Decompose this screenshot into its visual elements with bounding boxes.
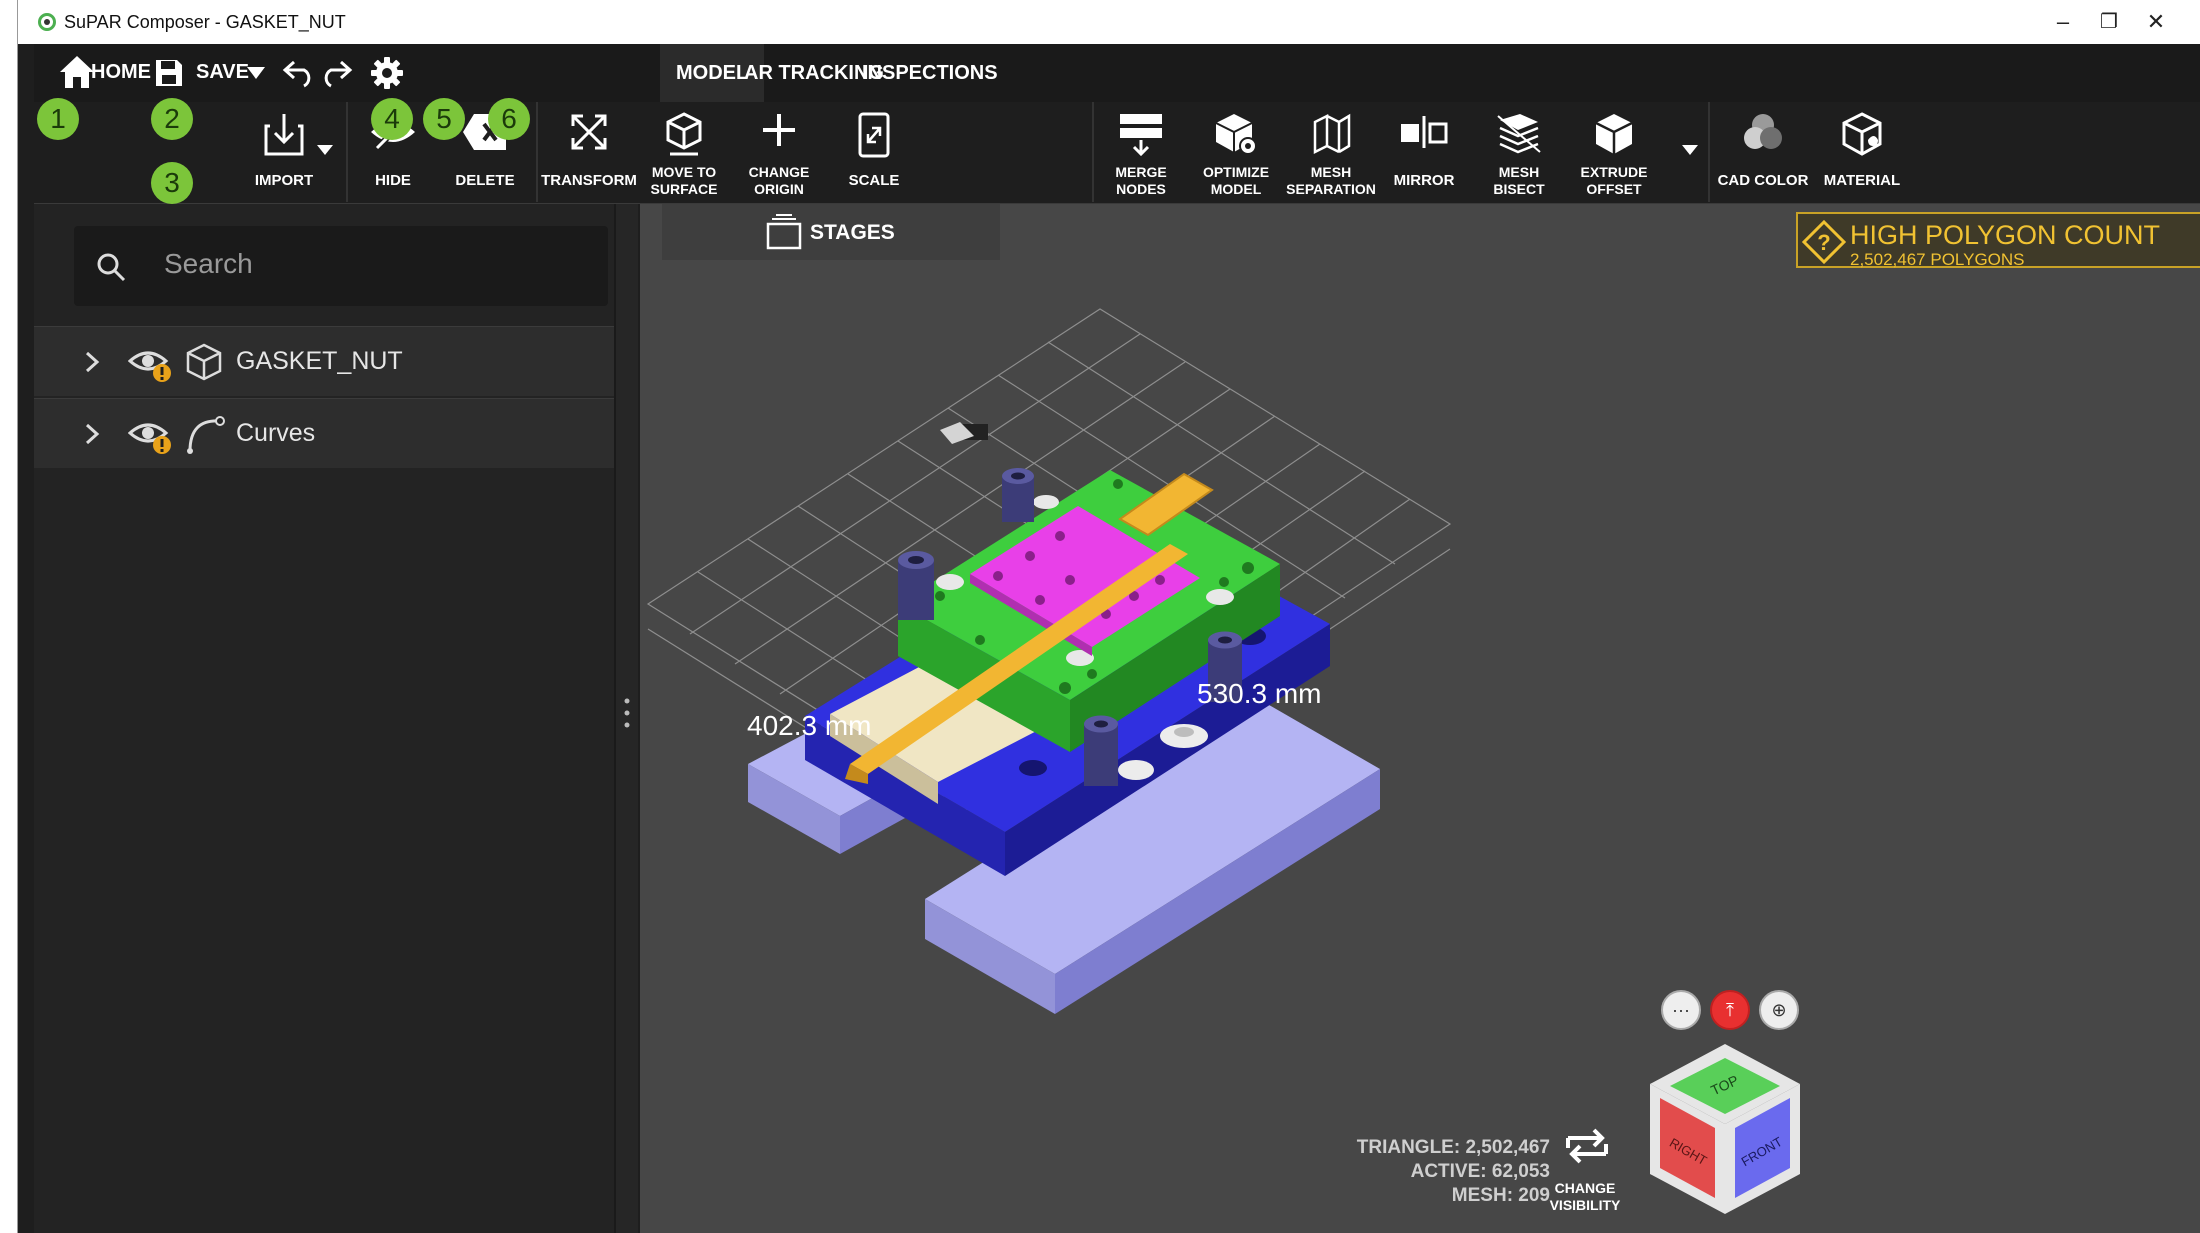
step-badge: 1 <box>37 98 79 140</box>
save-dropdown-icon[interactable] <box>246 66 266 80</box>
app-logo-icon <box>38 13 56 31</box>
change-visibility-label[interactable]: CHANGE VISIBILITY <box>1540 1180 1630 1214</box>
tree-item-label: GASKET_NUT <box>236 347 403 375</box>
top-bar: HOME SAVE MODEL AR TRACKING INSPECTIONS <box>34 44 2200 102</box>
step-badge: 3 <box>151 162 193 204</box>
mirror-button[interactable]: MIRROR <box>1379 102 1469 204</box>
change-origin-icon <box>763 114 795 146</box>
minimize-button[interactable]: – <box>2043 6 2083 38</box>
transform-label: TRANSFORM <box>541 172 637 189</box>
move-to-surface-label: MOVE TO SURFACE <box>650 164 718 197</box>
title-bar: SuPAR Composer - GASKET_NUT – ❐ ✕ <box>18 0 2200 44</box>
transform-icon <box>571 114 607 150</box>
visibility-eye-warning-icon[interactable] <box>128 417 172 455</box>
ribbon-separator <box>536 102 538 202</box>
change-origin-button[interactable]: CHANGE ORIGIN <box>734 102 824 204</box>
import-dropdown-icon[interactable] <box>316 144 334 156</box>
cube-icon <box>186 343 222 381</box>
ribbon-separator <box>346 102 348 202</box>
merge-nodes-icon <box>1120 114 1162 156</box>
optimize-model-label: OPTIMIZE MODEL <box>1202 164 1270 197</box>
close-button[interactable]: ✕ <box>2136 6 2176 38</box>
mesh-separation-icon <box>1313 113 1351 155</box>
cad-color-label: CAD COLOR <box>1717 172 1809 189</box>
reset-view-button[interactable]: ⤒ <box>1710 990 1750 1030</box>
step-badge: 2 <box>151 98 193 140</box>
scale-button[interactable]: SCALE <box>829 102 919 204</box>
extrude-offset-label: EXTRUDE OFFSET <box>1580 164 1648 197</box>
active-count: ACTIVE: 62,053 <box>1410 1161 1550 1182</box>
chevron-right-icon[interactable] <box>84 351 100 373</box>
redo-icon[interactable] <box>319 58 353 88</box>
ribbon-toolbar: IMPORT HIDE DELETE TRANSFORM MOVE TO SUR… <box>34 102 2200 204</box>
import-label: IMPORT <box>254 172 314 189</box>
step-badge: 6 <box>488 98 530 140</box>
mesh-bisect-button[interactable]: MESH BISECT <box>1474 102 1564 204</box>
window-title: SuPAR Composer - GASKET_NUT <box>64 12 346 32</box>
scale-label: SCALE <box>848 172 900 189</box>
home-label[interactable]: HOME <box>91 61 151 84</box>
save-icon[interactable] <box>154 58 184 88</box>
app-window: SuPAR Composer - GASKET_NUT – ❐ ✕ HOME S… <box>17 0 2200 1233</box>
panel-splitter[interactable] <box>614 204 638 1233</box>
more-options-button[interactable]: ··· <box>1661 990 1701 1030</box>
delete-label: DELETE <box>455 172 515 189</box>
tree-item-label: Curves <box>236 419 316 447</box>
3d-viewport[interactable]: STAGES ? HIGH POLYGON COUNT 2,502,467 PO… <box>640 204 2200 1233</box>
tab-inspections[interactable]: INSPECTIONS <box>846 44 1014 102</box>
drag-handle-icon[interactable] <box>624 698 630 728</box>
change-visibility-icon[interactable] <box>1562 1124 1612 1168</box>
mold-model-render[interactable] <box>640 204 2200 1233</box>
save-label[interactable]: SAVE <box>196 61 249 84</box>
step-badge: 5 <box>423 98 465 140</box>
change-origin-label: CHANGE ORIGIN <box>748 164 810 197</box>
tree-item-curves[interactable]: Curves <box>34 398 614 468</box>
step-badge: 4 <box>371 98 413 140</box>
ribbon-separator <box>1708 102 1710 202</box>
mesh-separation-label: MESH SEPARATION <box>1286 164 1376 197</box>
mirror-label: MIRROR <box>1393 172 1455 189</box>
search-input[interactable]: Search <box>164 248 253 280</box>
cad-color-button[interactable]: CAD COLOR <box>1714 102 1812 204</box>
mirror-icon <box>1401 116 1448 148</box>
visibility-eye-warning-icon[interactable] <box>128 345 172 383</box>
restore-button[interactable]: ❐ <box>2089 6 2129 38</box>
fit-view-button[interactable]: ⊕ <box>1759 990 1799 1030</box>
import-icon <box>264 114 304 156</box>
transform-button[interactable]: TRANSFORM <box>539 102 639 204</box>
dimension-x-label: 402.3 mm <box>747 710 872 741</box>
view-cube[interactable]: TOP RIGHT FRONT <box>1640 1034 1810 1224</box>
merge-nodes-button[interactable]: MERGE NODES <box>1096 102 1186 204</box>
optimize-model-icon <box>1215 114 1257 155</box>
hide-label: HIDE <box>375 172 411 189</box>
chevron-right-icon[interactable] <box>84 423 100 445</box>
triangle-count: TRIANGLE: 2,502,467 <box>1356 1137 1550 1158</box>
undo-icon[interactable] <box>282 58 316 88</box>
mesh-bisect-label: MESH BISECT <box>1493 164 1545 197</box>
search-box[interactable]: Search <box>74 226 608 306</box>
search-icon <box>97 253 126 282</box>
move-to-surface-icon <box>666 112 702 156</box>
mesh-bisect-icon <box>1497 114 1541 154</box>
cad-color-icon <box>1744 114 1782 149</box>
material-button[interactable]: MATERIAL <box>1814 102 1910 204</box>
curve-icon <box>187 416 225 454</box>
material-label: MATERIAL <box>1823 172 1901 189</box>
material-icon <box>1842 112 1882 156</box>
tree-item-gasket-nut[interactable]: GASKET_NUT <box>34 326 614 396</box>
settings-gear-icon[interactable] <box>370 56 404 90</box>
mesh-separation-button[interactable]: MESH SEPARATION <box>1286 102 1376 204</box>
extrude-offset-button[interactable]: EXTRUDE OFFSET <box>1569 102 1659 204</box>
scale-icon <box>858 112 890 158</box>
dimension-y-label: 530.3 mm <box>1197 678 1322 709</box>
extrude-dropdown-icon[interactable] <box>1681 144 1699 156</box>
optimize-model-button[interactable]: OPTIMIZE MODEL <box>1191 102 1281 204</box>
mesh-count: MESH: 209 <box>1451 1185 1550 1206</box>
scene-tree-panel: Search GASKET_NUT Curves <box>34 204 614 1233</box>
extrude-offset-icon <box>1595 114 1633 154</box>
merge-nodes-label: MERGE NODES <box>1115 164 1167 197</box>
move-to-surface-button[interactable]: MOVE TO SURFACE <box>639 102 729 204</box>
